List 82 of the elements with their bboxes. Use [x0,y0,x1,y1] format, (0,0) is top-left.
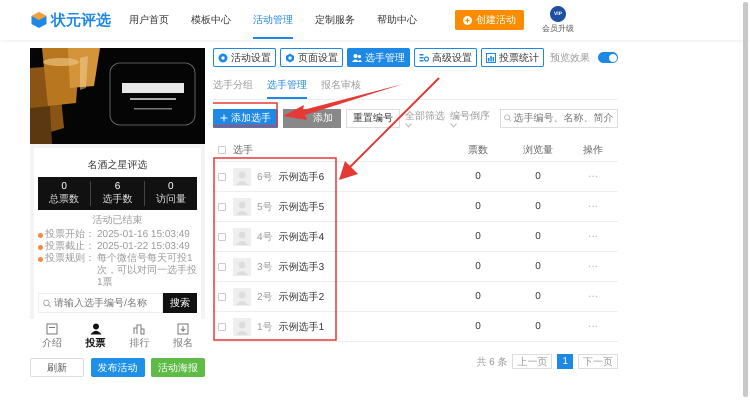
player-number: 2号 [257,290,273,304]
nav-item[interactable]: 模板中心 [191,1,231,39]
vote-count: 0 [474,231,482,242]
bottom-tab[interactable]: 介绍 [30,323,74,350]
settings-tab[interactable]: 选手管理 [347,48,410,67]
vote-count: 0 [474,201,482,212]
stat-value: 0 [168,181,174,192]
footer-button[interactable]: 发布活动 [90,358,144,377]
info-label: 投票规则： [45,253,95,266]
total-count: 共 6 条 [476,356,508,368]
search-button[interactable]: 搜索 [163,293,197,313]
vote-count: 0 [474,261,482,272]
info-label: 投票截止： [45,241,95,252]
column-header: 操作 [582,144,604,156]
bottom-tab[interactable]: 报名 [161,323,205,350]
toggle-label: 预览效果 [550,52,590,64]
more-actions-button[interactable]: ··· [568,201,618,212]
info-value: 每个微信号每天可投1次，可以对同一选手投1票 [97,253,197,289]
bottom-tab[interactable]: 投票 [74,323,118,350]
stat-value: 0 [61,181,67,192]
player-name: 示例选手5 [278,200,324,214]
stat-label: 访问量 [156,192,186,206]
player-number: 1号 [257,320,273,334]
more-actions-button[interactable]: ··· [568,171,618,182]
filter-dropdown[interactable]: 全部筛选 [405,108,445,128]
settings-tab[interactable]: 页面设置 [280,48,343,67]
prev-page-button[interactable]: 上一页 [512,354,552,369]
create-activity-button[interactable]: 创建活动 [455,10,524,30]
activity-status: 活动已结束 [92,214,144,227]
view-count: 0 [534,261,542,272]
player-number: 4号 [257,230,273,244]
activity-title: 名酒之星评选 [86,158,148,172]
info-value: 2025-01-22 15:03:49 [97,241,190,252]
nav-item[interactable]: 帮助中心 [377,1,417,39]
more-actions-button[interactable]: ··· [568,321,618,332]
player-name: 示例选手4 [278,230,324,244]
view-count: 0 [534,321,542,332]
player-name: 示例选手3 [278,260,324,274]
settings-tab[interactable]: 高级设置 [414,48,477,67]
reset-number-button[interactable]: 重置编号 [346,108,400,128]
sort-dropdown[interactable]: 编号倒序 [450,108,490,128]
info-label: 投票开始： [45,229,95,240]
vote-count: 0 [474,321,482,332]
sub-tab[interactable]: 报名审核 [321,75,361,99]
player-name: 示例选手6 [278,170,324,184]
nav-item[interactable]: 定制服务 [315,1,355,39]
vote-count: 0 [474,171,482,182]
stat-value: 6 [114,181,120,192]
view-count: 0 [534,201,542,212]
search-field[interactable]: 请输入选手编号/名称 [38,293,163,313]
bottom-tab[interactable]: 排行 [118,323,162,350]
player-number: 5号 [257,200,273,214]
column-header: 选手 [233,144,254,156]
footer-button[interactable]: 活动海报 [151,358,205,377]
info-value: 2025-01-16 15:03:49 [97,229,190,241]
vote-count: 0 [474,291,482,302]
settings-tab[interactable]: 活动设置 [213,48,276,67]
more-actions-button[interactable]: ··· [568,261,618,272]
column-header: 票数 [467,144,489,156]
player-number: 6号 [257,170,273,184]
view-count: 0 [534,231,542,242]
page-button[interactable]: 1 [557,354,573,369]
column-header: 浏览量 [522,144,554,156]
nav-item[interactable]: 活动管理 [253,1,293,39]
footer-button[interactable]: 刷新 [30,358,84,377]
next-page-button[interactable]: 下一页 [578,354,618,369]
sub-tab[interactable]: 选手分组 [213,75,253,99]
settings-tab[interactable]: 投票统计 [481,48,544,67]
stat-label: 选手数 [102,192,132,206]
more-actions-button[interactable]: ··· [568,231,618,242]
sub-tab[interactable]: 选手管理 [267,75,307,99]
brand-name: 状元评选 [51,10,111,30]
player-name: 示例选手1 [278,320,324,334]
nav-item[interactable]: 用户首页 [129,1,169,39]
vip-upgrade-link[interactable]: 会员升级 [542,23,574,34]
player-number: 3号 [257,260,273,274]
stat-label: 总票数 [49,192,80,206]
view-count: 0 [534,171,542,182]
player-search-field[interactable]: 选手编号、名称、简介 [500,108,618,128]
view-count: 0 [534,291,542,302]
player-name: 示例选手2 [278,290,324,304]
more-actions-button[interactable]: ··· [568,291,618,302]
